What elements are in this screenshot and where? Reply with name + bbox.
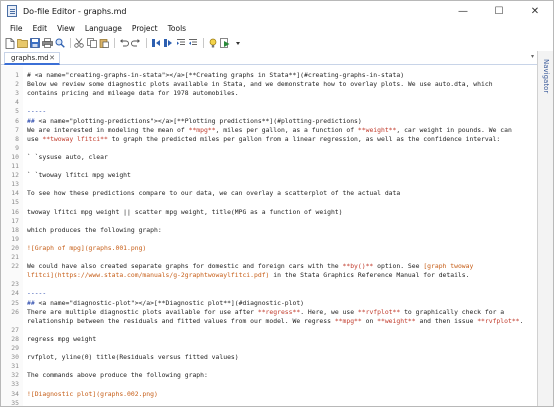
code-token: ![Diagnostic plot](graphs.002.png) xyxy=(27,389,158,398)
window-controls: — ☐ ✕ xyxy=(445,1,553,21)
toolbar xyxy=(1,36,553,50)
menu-edit[interactable]: Edit xyxy=(28,21,53,36)
code-token: **mpg** xyxy=(188,125,216,134)
code-token: **mpg** xyxy=(334,316,362,325)
code-token: There are multiple diagnostic plots avai… xyxy=(27,307,258,316)
code-token: . xyxy=(519,316,524,325)
navigator-label[interactable]: Navigator xyxy=(542,59,550,93)
code-token: rvfplot, yline(0) title(Residuals versus… xyxy=(27,353,239,362)
close-button[interactable]: ✕ xyxy=(517,1,553,21)
toolbar-separator xyxy=(114,38,115,48)
code-token: , miles per gallon, as a function of xyxy=(215,125,358,134)
code-token: use xyxy=(27,134,43,143)
outdent-icon[interactable] xyxy=(188,38,199,49)
menu-bar: File Edit View Language Project Tools xyxy=(1,21,553,36)
code-token: **weight** xyxy=(357,125,397,134)
tab-close-icon[interactable]: ✕ xyxy=(49,54,55,62)
tab-label: graphs.md xyxy=(11,54,49,62)
code-token: We could have also created separate grap… xyxy=(27,262,343,271)
code-token: [graph twoway xyxy=(423,262,474,271)
open-folder-icon[interactable] xyxy=(16,38,28,49)
navigator-panel[interactable]: Navigator xyxy=(537,51,553,406)
code-token: ![Graph of mpg](graphs.001.png) xyxy=(27,243,147,252)
menu-tools[interactable]: Tools xyxy=(163,21,191,36)
code-token: <a name="diagnostic-plot"></a>[**Diagnos… xyxy=(38,298,305,307)
code-token: and then issue xyxy=(415,316,478,325)
redo-icon[interactable] xyxy=(131,38,142,49)
code-token: ## xyxy=(27,116,39,125)
run-icon[interactable] xyxy=(220,38,231,49)
find-icon[interactable] xyxy=(54,38,65,49)
code-token: **twoway lfitci** xyxy=(42,134,108,143)
menu-view[interactable]: View xyxy=(52,21,80,36)
code-token: regress mpg weight xyxy=(27,334,97,343)
do-file-editor-app-icon xyxy=(7,5,17,17)
menu-language[interactable]: Language xyxy=(80,21,127,36)
code-token: We are interested in modeling the mean o… xyxy=(27,125,189,134)
cut-icon[interactable] xyxy=(74,38,85,49)
code-token: . Here, we use xyxy=(300,307,358,316)
editor-line[interactable]: 35 xyxy=(1,398,537,406)
save-icon[interactable] xyxy=(29,38,40,49)
code-token: , car weight in pounds. We can xyxy=(396,125,512,134)
menu-project[interactable]: Project xyxy=(127,21,163,36)
code-token: ## xyxy=(27,298,39,307)
run-dropdown-icon[interactable] xyxy=(232,38,243,49)
minimize-button[interactable]: — xyxy=(445,1,481,21)
code-token: ` `sysuse auto, clear xyxy=(27,152,108,161)
undo-icon[interactable] xyxy=(118,38,129,49)
window-title: Do-file Editor - graphs.md xyxy=(23,6,127,16)
new-file-icon[interactable] xyxy=(4,37,15,49)
code-token: To see how these predictions compare to … xyxy=(27,189,401,198)
code-token: ` `twoway lfitci mpg weight xyxy=(27,171,131,180)
do-file-editor-window: Do-file Editor - graphs.md — ☐ ✕ File Ed… xyxy=(0,0,554,407)
code-token: ----- xyxy=(27,107,47,116)
tab-bar: graphs.md ✕ ▾ xyxy=(1,51,537,65)
code-token: ----- xyxy=(27,289,47,298)
menu-file[interactable]: File xyxy=(5,21,28,36)
code-token: lfitci](https://www.stata.com/manuals/g-… xyxy=(27,271,270,280)
code-token: in the Stata Graphics Reference Manual f… xyxy=(269,271,470,280)
code-token: relationship between the residuals and f… xyxy=(27,316,335,325)
code-editor[interactable]: 1 # <a name="creating-graphs-in-stata"></… xyxy=(1,66,537,406)
paste-icon[interactable] xyxy=(99,38,110,49)
code-token: which produces the following graph: xyxy=(27,225,162,234)
code-token: on xyxy=(361,316,378,325)
code-token: twoway lfitci mpg weight || scatter mpg … xyxy=(27,207,343,216)
title-bar[interactable]: Do-file Editor - graphs.md — ☐ ✕ xyxy=(1,1,553,21)
tab-list-dropdown-icon[interactable]: ▾ xyxy=(531,53,534,60)
code-token: <a name="plotting-predictions"></a>[**Pl… xyxy=(38,116,362,125)
toolbar-separator xyxy=(203,38,204,48)
toolbar-separator xyxy=(69,38,71,48)
toolbar-separator xyxy=(146,38,147,48)
code-token: Below we review some diagnostic plots av… xyxy=(27,80,493,89)
code-token: **rvfplot** xyxy=(357,307,401,316)
copy-icon[interactable] xyxy=(86,38,97,49)
code-token: **weight** xyxy=(377,316,416,325)
code-token: **regress** xyxy=(257,307,301,316)
bookmark-next-icon[interactable] xyxy=(163,38,174,49)
code-token: The commands above produce the following… xyxy=(27,371,208,380)
line-number: 35 xyxy=(11,398,19,406)
maximize-button[interactable]: ☐ xyxy=(481,1,517,21)
tab-graphs-md[interactable]: graphs.md ✕ xyxy=(4,52,60,65)
code-token: **rvfplot** xyxy=(477,316,520,325)
bookmark-prev-icon[interactable] xyxy=(150,38,161,49)
code-token: **by()** xyxy=(342,262,374,271)
code-token: to graph the predicted miles per gallon … xyxy=(107,134,501,143)
show-tip-icon[interactable] xyxy=(207,38,218,49)
code-token: option. See xyxy=(373,262,424,271)
indent-icon[interactable] xyxy=(175,38,186,49)
code-token: contains pricing and mileage data for 19… xyxy=(27,89,239,98)
code-token: # <a name="creating-graphs-in-stata"></a… xyxy=(27,71,405,79)
print-icon[interactable] xyxy=(41,38,53,49)
code-token: to graphically check for a xyxy=(400,307,505,316)
